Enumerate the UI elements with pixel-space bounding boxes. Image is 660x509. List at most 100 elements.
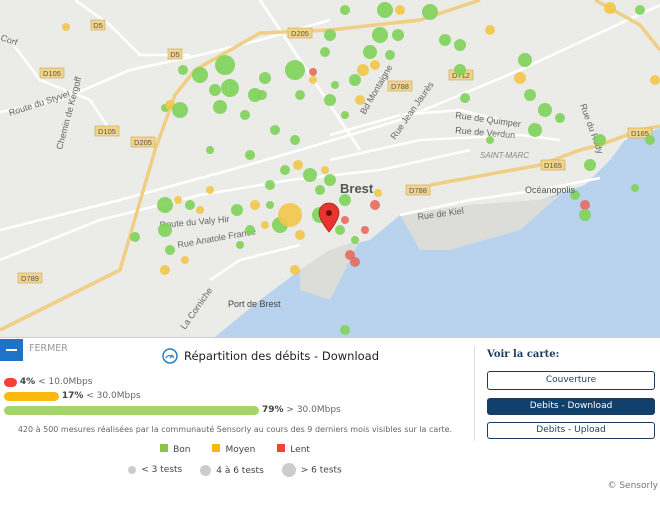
- measurement-dot-good[interactable]: [295, 90, 305, 100]
- bar-slow-range: < 10.0Mbps: [38, 377, 93, 387]
- measurement-dot-good[interactable]: [486, 136, 494, 144]
- measurement-dot-medium[interactable]: [357, 64, 369, 76]
- close-button[interactable]: [0, 339, 23, 361]
- measurement-dot-good[interactable]: [285, 60, 305, 80]
- measurement-dot-good[interactable]: [130, 232, 140, 242]
- measurement-dot-slow[interactable]: [350, 257, 360, 267]
- measurement-dot-good[interactable]: [303, 168, 317, 182]
- measurement-dot-slow[interactable]: [341, 216, 349, 224]
- measurement-dot-good[interactable]: [341, 111, 349, 119]
- measurement-dot-good[interactable]: [320, 47, 330, 57]
- upload-speed-button[interactable]: Debits - Upload: [487, 422, 655, 439]
- map-canvas[interactable]: D5D5D105D105D205D205D712D788D788D165D165…: [0, 0, 660, 337]
- measurement-dot-medium[interactable]: [206, 186, 214, 194]
- measurement-dot-good[interactable]: [245, 150, 255, 160]
- measurement-dot-good[interactable]: [518, 53, 532, 67]
- measurement-dot-good[interactable]: [257, 90, 267, 100]
- street-label: Corf: [0, 32, 19, 47]
- measurement-dot-good[interactable]: [454, 39, 466, 51]
- measurement-dot-good[interactable]: [215, 55, 235, 75]
- measurement-dot-good[interactable]: [392, 29, 404, 41]
- close-label[interactable]: FERMER: [29, 343, 68, 354]
- measurement-dot-medium[interactable]: [604, 2, 616, 14]
- measurement-dot-good[interactable]: [631, 184, 639, 192]
- measurement-dot-good[interactable]: [315, 185, 325, 195]
- measurement-dot-good[interactable]: [340, 325, 350, 335]
- measurement-dot-good[interactable]: [538, 103, 552, 117]
- measurement-dot-medium[interactable]: [355, 95, 365, 105]
- measurement-dot-good[interactable]: [236, 241, 244, 249]
- measurement-dot-good[interactable]: [221, 79, 239, 97]
- measurement-dot-medium[interactable]: [370, 60, 380, 70]
- measurement-dot-good[interactable]: [209, 84, 221, 96]
- measurement-dot-good[interactable]: [584, 159, 596, 171]
- measurement-dot-good[interactable]: [231, 204, 243, 216]
- measurement-dot-good[interactable]: [594, 134, 606, 146]
- measurement-dot-good[interactable]: [165, 245, 175, 255]
- measurement-dot-good[interactable]: [185, 200, 195, 210]
- measurement-dot-medium[interactable]: [196, 206, 204, 214]
- measurement-dot-good[interactable]: [178, 65, 188, 75]
- measurement-dot-slow[interactable]: [361, 226, 369, 234]
- map[interactable]: D5D5D105D105D205D205D712D788D788D165D165…: [0, 0, 660, 337]
- measurement-dot-good[interactable]: [528, 123, 542, 137]
- measurement-dot-good[interactable]: [157, 197, 173, 213]
- measurement-dot-good[interactable]: [206, 146, 214, 154]
- measurement-dot-medium[interactable]: [278, 203, 302, 227]
- measurement-dot-good[interactable]: [245, 225, 255, 235]
- measurement-dot-medium[interactable]: [395, 5, 405, 15]
- measurement-dot-good[interactable]: [265, 180, 275, 190]
- measurement-dot-medium[interactable]: [293, 160, 303, 170]
- measurement-dot-medium[interactable]: [321, 166, 329, 174]
- measurement-dot-good[interactable]: [377, 2, 393, 18]
- measurement-dot-good[interactable]: [460, 93, 470, 103]
- measurement-dot-medium[interactable]: [650, 75, 660, 85]
- measurement-dot-good[interactable]: [340, 5, 350, 15]
- measurement-dot-good[interactable]: [385, 50, 395, 60]
- measurement-dot-good[interactable]: [555, 113, 565, 123]
- measurement-dot-medium[interactable]: [514, 72, 526, 84]
- measurement-dot-good[interactable]: [335, 225, 345, 235]
- measurement-dot-medium[interactable]: [374, 189, 382, 197]
- measurement-dot-good[interactable]: [454, 64, 466, 76]
- measurement-dot-good[interactable]: [439, 34, 451, 46]
- measurement-dot-good[interactable]: [266, 201, 274, 209]
- measurement-dot-medium[interactable]: [261, 221, 269, 229]
- measurement-dot-medium[interactable]: [309, 76, 317, 84]
- coverage-button[interactable]: Couverture: [487, 371, 655, 390]
- measurement-dot-medium[interactable]: [160, 265, 170, 275]
- measurement-dot-medium[interactable]: [174, 196, 182, 204]
- measurement-dot-good[interactable]: [192, 67, 208, 83]
- measurement-dot-good[interactable]: [349, 74, 361, 86]
- measurement-dot-medium[interactable]: [250, 200, 260, 210]
- measurement-dot-medium[interactable]: [290, 265, 300, 275]
- measurement-dot-medium[interactable]: [62, 23, 70, 31]
- measurement-dot-good[interactable]: [324, 174, 336, 186]
- measurement-dot-good[interactable]: [270, 125, 280, 135]
- measurement-dot-good[interactable]: [363, 45, 377, 59]
- measurement-dot-good[interactable]: [213, 100, 227, 114]
- measurement-dot-slow[interactable]: [370, 200, 380, 210]
- measurement-dot-slow[interactable]: [309, 68, 317, 76]
- measurement-dot-good[interactable]: [324, 29, 336, 41]
- measurement-dot-good[interactable]: [524, 89, 536, 101]
- measurement-dot-good[interactable]: [324, 94, 336, 106]
- measurement-dot-good[interactable]: [331, 81, 339, 89]
- measurement-dot-good[interactable]: [280, 165, 290, 175]
- measurement-dot-good[interactable]: [172, 102, 188, 118]
- measurement-dot-good[interactable]: [158, 223, 172, 237]
- measurement-dot-medium[interactable]: [485, 25, 495, 35]
- measurement-dot-good[interactable]: [372, 27, 388, 43]
- measurement-dot-good[interactable]: [579, 209, 591, 221]
- measurement-dot-slow[interactable]: [580, 200, 590, 210]
- measurement-dot-good[interactable]: [259, 72, 271, 84]
- download-speed-button[interactable]: Debits - Download: [487, 398, 655, 415]
- measurement-dot-good[interactable]: [240, 110, 250, 120]
- measurement-dot-good[interactable]: [290, 135, 300, 145]
- measurement-dot-good[interactable]: [645, 135, 655, 145]
- measurement-dot-good[interactable]: [635, 5, 645, 15]
- measurement-dot-medium[interactable]: [295, 230, 305, 240]
- measurement-dot-good[interactable]: [351, 236, 359, 244]
- measurement-dot-medium[interactable]: [181, 256, 189, 264]
- measurement-dot-good[interactable]: [422, 4, 438, 20]
